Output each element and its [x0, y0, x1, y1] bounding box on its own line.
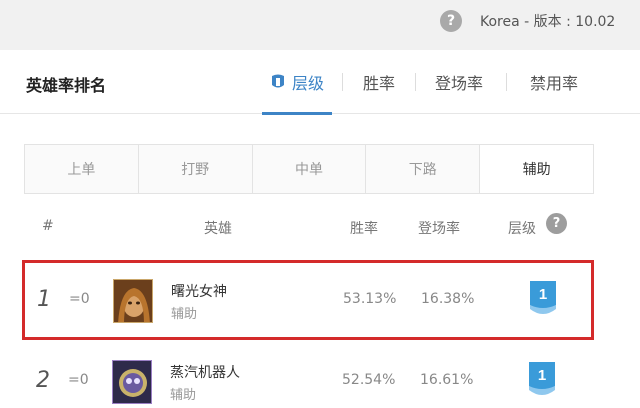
pickrate-value: 16.61%: [420, 372, 474, 388]
lane-mid[interactable]: 中单: [253, 145, 367, 193]
tier-help-icon[interactable]: ?: [546, 213, 567, 234]
panel-header: 英雄率排名 层级 胜率 登场率 禁用率: [0, 50, 640, 115]
tab-winrate[interactable]: 胜率: [353, 50, 405, 114]
hero-name[interactable]: 蒸汽机器人: [170, 362, 240, 382]
tab-label: 禁用率: [529, 74, 578, 93]
tier-badge-icon: 1: [529, 362, 555, 395]
rank-number: 2: [36, 368, 50, 393]
tier-badge-number: 1: [539, 286, 547, 303]
pickrate-value: 16.38%: [421, 291, 475, 307]
hero-portrait-image: [114, 280, 152, 322]
hero-role: 辅助: [170, 388, 197, 403]
hero-avatar[interactable]: [113, 279, 153, 323]
column-header-hero[interactable]: 英雄: [204, 218, 232, 238]
hero-name[interactable]: 曙光女神: [171, 281, 227, 301]
rank-number: 1: [37, 287, 51, 312]
tab-divider: [415, 73, 416, 91]
help-icon[interactable]: ?: [440, 10, 462, 32]
winrate-value: 53.13%: [343, 291, 397, 307]
lane-support[interactable]: 辅助: [480, 145, 593, 193]
panel-title: 英雄率排名: [26, 76, 107, 95]
top-bar: ? Korea - 版本 : 10.02: [0, 0, 640, 50]
tab-label: 胜率: [362, 74, 395, 93]
tab-label: 层级: [291, 74, 324, 93]
tab-divider: [342, 73, 343, 91]
lane-top[interactable]: 上单: [25, 145, 139, 193]
tab-divider: [506, 73, 507, 91]
tab-label: 登场率: [434, 74, 483, 93]
lane-bottom[interactable]: 下路: [366, 145, 481, 193]
hero-portrait-image: [113, 361, 151, 403]
table-row[interactable]: 2 =0 蒸汽机器人 辅助 52.54% 16.61% 1: [24, 344, 594, 408]
winrate-value: 52.54%: [342, 372, 396, 388]
tab-tier[interactable]: 层级: [262, 50, 332, 115]
region-version-label[interactable]: Korea - 版本 : 10.02: [480, 11, 615, 31]
rank-change: =0: [68, 372, 89, 388]
tab-banrate[interactable]: 禁用率: [521, 50, 587, 114]
rank-change: =0: [69, 291, 90, 307]
tier-icon: [271, 74, 284, 88]
column-header-tier[interactable]: 层级: [508, 218, 536, 238]
column-header-winrate[interactable]: 胜率: [350, 218, 378, 238]
ranking-tabs: 层级 胜率 登场率 禁用率: [262, 50, 587, 115]
column-header-rank: #: [42, 218, 54, 234]
tab-pickrate[interactable]: 登场率: [426, 50, 492, 114]
champion-ranking-panel: 英雄率排名 层级 胜率 登场率 禁用率 上单 打野 中单 下路 辅助 # 英雄 …: [0, 50, 640, 408]
lane-selector: 上单 打野 中单 下路 辅助: [24, 144, 594, 194]
lane-jungle[interactable]: 打野: [139, 145, 253, 193]
tier-badge-icon: 1: [530, 281, 556, 314]
hero-avatar[interactable]: [112, 360, 152, 404]
hero-role: 辅助: [171, 307, 198, 322]
table-row[interactable]: 1 =0 曙光女神 辅助 53.13% 16.38% 1: [22, 260, 594, 340]
tier-badge-number: 1: [538, 367, 546, 384]
column-header-pickrate[interactable]: 登场率: [418, 218, 460, 238]
